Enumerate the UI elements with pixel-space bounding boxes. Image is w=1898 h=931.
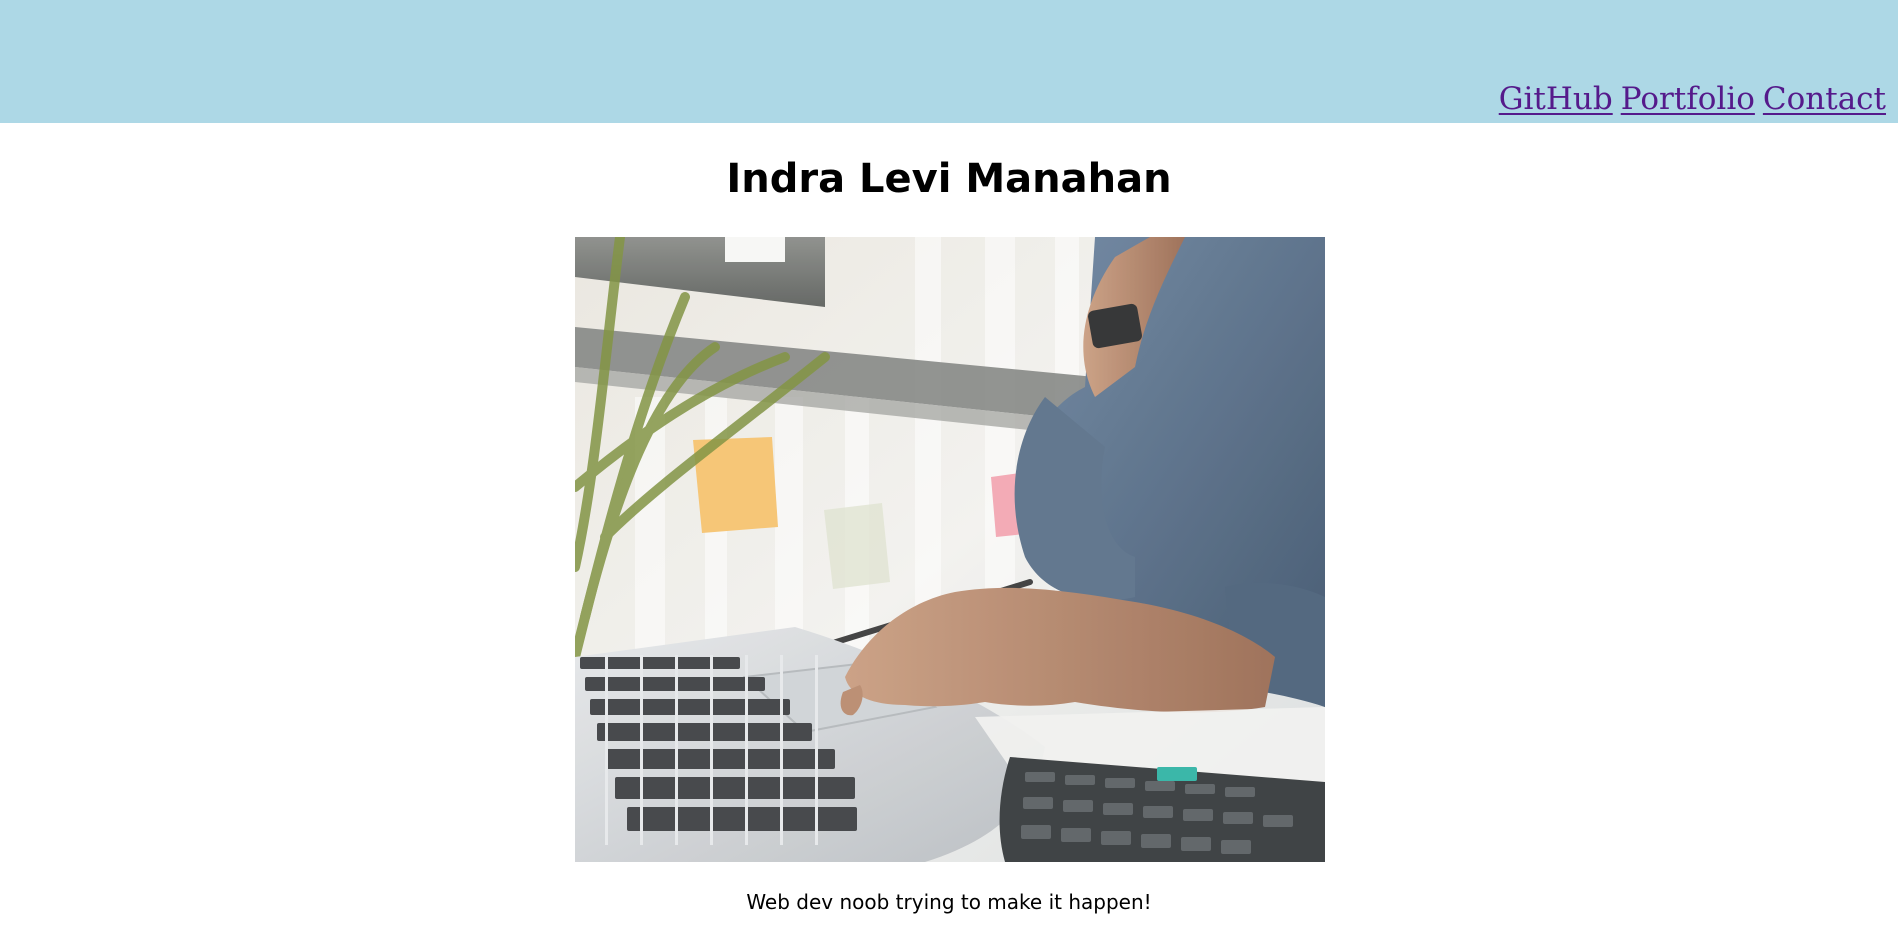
page-title: Indra Levi Manahan <box>726 156 1172 202</box>
top-bar: GitHub Portfolio Contact <box>0 0 1898 123</box>
nav-links: GitHub Portfolio Contact <box>1499 80 1886 118</box>
hero-photo <box>575 237 1325 862</box>
nav-link-portfolio[interactable]: Portfolio <box>1621 80 1755 118</box>
tagline: Web dev noob trying to make it happen! <box>746 890 1152 914</box>
nav-link-github[interactable]: GitHub <box>1499 80 1613 118</box>
nav-link-contact[interactable]: Contact <box>1763 80 1886 118</box>
laptop-workspace-image <box>575 237 1325 862</box>
